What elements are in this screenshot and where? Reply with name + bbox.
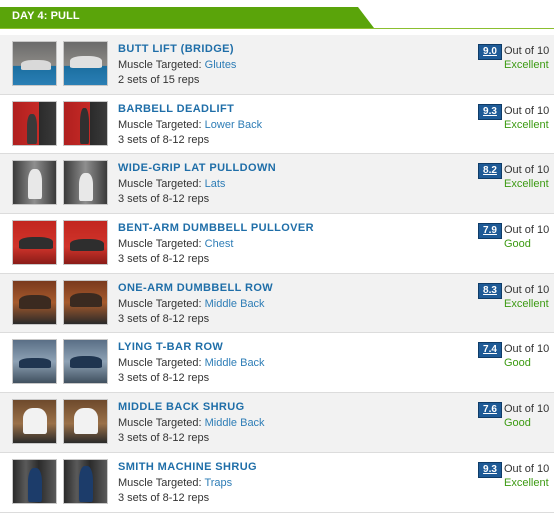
exercise-name-link[interactable]: MIDDLE BACK SHRUG [118,401,245,413]
muscle-link[interactable]: Chest [205,238,234,250]
muscle-targeted-label: Muscle Targeted: [118,417,202,430]
muscle-link[interactable]: Lower Back [205,119,262,131]
exercise-row: MIDDLE BACK SHRUG Muscle Targeted: Middl… [0,393,554,453]
exercise-image-start[interactable] [12,458,57,504]
muscle-targeted-label: Muscle Targeted: [118,59,202,71]
sets-reps: 3 sets of 8-12 reps [118,193,210,206]
rating-score-badge[interactable]: 8.2 [478,163,502,180]
rating-score-badge[interactable]: 8.3 [478,282,502,299]
rating-out-of: Out of 10 [504,164,550,177]
sets-reps: 3 sets of 8-12 reps [118,253,210,266]
exercise-name-link[interactable]: BENT-ARM DUMBBELL PULLOVER [118,222,314,234]
rating-verdict: Good [504,238,531,251]
exercise-name-link[interactable]: ONE-ARM DUMBBELL ROW [118,282,273,294]
sets-reps: 3 sets of 8-12 reps [118,491,210,504]
exercise-image-end[interactable] [63,100,108,146]
muscle-targeted-label: Muscle Targeted: [118,476,202,489]
muscle-link[interactable]: Lats [205,178,226,190]
rating-out-of: Out of 10 [504,224,550,237]
rating-score-badge[interactable]: 9.3 [478,461,502,478]
muscle-link[interactable]: Middle Back [205,357,265,369]
rating-out-of: Out of 10 [504,283,550,296]
sets-reps: 3 sets of 8-12 reps [118,372,210,385]
exercise-row: BUTT LIFT (BRIDGE) Muscle Targeted: Glut… [0,35,554,95]
rating-verdict: Good [504,417,531,430]
exercise-image-end[interactable] [63,339,108,385]
muscle-targeted: Muscle Targeted: Lower Back [118,119,262,131]
day-header: DAY 4: PULL [0,7,374,28]
exercise-image-end[interactable] [63,399,108,445]
exercise-image-start[interactable] [12,220,57,266]
exercise-row: BARBELL DEADLIFT Muscle Targeted: Lower … [0,94,554,155]
muscle-targeted-label: Muscle Targeted: [118,357,202,370]
muscle-link[interactable]: Traps [204,477,232,489]
sets-reps: 3 sets of 8-12 reps [118,133,210,146]
muscle-link[interactable]: Middle Back [205,417,265,429]
muscle-targeted: Muscle Targeted: Traps [118,477,232,489]
muscle-targeted: Muscle Targeted: Lats [118,178,225,190]
rating-out-of: Out of 10 [504,462,550,475]
muscle-targeted: Muscle Targeted: Middle Back [118,417,265,429]
muscle-targeted: Muscle Targeted: Middle Back [118,357,265,369]
rating-score-badge[interactable]: 9.3 [478,103,502,120]
muscle-targeted-label: Muscle Targeted: [118,178,202,191]
exercise-row: SMITH MACHINE SHRUG Muscle Targeted: Tra… [0,452,554,513]
muscle-targeted-label: Muscle Targeted: [118,297,202,310]
exercise-row: LYING T-BAR ROW Muscle Targeted: Middle … [0,333,554,394]
exercise-image-start[interactable] [12,339,57,385]
rating-out-of: Out of 10 [504,104,550,117]
muscle-targeted-label: Muscle Targeted: [118,238,202,251]
rating-verdict: Excellent [504,59,549,71]
rating-score-badge[interactable]: 9.0 [478,44,502,60]
muscle-targeted: Muscle Targeted: Middle Back [118,298,265,310]
exercise-image-end[interactable] [63,458,108,504]
rating-verdict: Excellent [504,297,549,310]
exercise-row: BENT-ARM DUMBBELL PULLOVER Muscle Target… [0,214,554,274]
exercise-image-end[interactable] [63,279,108,325]
exercise-image-start[interactable] [12,160,57,206]
muscle-targeted: Muscle Targeted: Glutes [118,59,236,71]
exercise-image-start[interactable] [12,41,57,86]
exercise-name-link[interactable]: BUTT LIFT (BRIDGE) [118,43,234,55]
exercise-image-start[interactable] [12,100,57,146]
exercise-image-start[interactable] [12,279,57,325]
exercise-image-start[interactable] [12,399,57,445]
rating-score-badge[interactable]: 7.4 [478,342,502,359]
rating-score-badge[interactable]: 7.9 [478,223,502,240]
muscle-link[interactable]: Glutes [205,59,237,71]
exercise-list: BUTT LIFT (BRIDGE) Muscle Targeted: Glut… [0,35,554,513]
exercise-name-link[interactable]: WIDE-GRIP LAT PULLDOWN [118,162,276,174]
rating-score-badge[interactable]: 7.6 [478,402,502,419]
rating-out-of: Out of 10 [504,403,550,416]
muscle-link[interactable]: Middle Back [205,298,265,310]
exercise-row: WIDE-GRIP LAT PULLDOWN Muscle Targeted: … [0,154,554,215]
rating-verdict: Excellent [504,118,549,131]
sets-reps: 2 sets of 15 reps [118,74,200,86]
muscle-targeted: Muscle Targeted: Chest [118,238,233,250]
rating-verdict: Excellent [504,178,549,191]
rating-out-of: Out of 10 [504,343,550,356]
exercise-name-link[interactable]: LYING T-BAR ROW [118,341,223,353]
header-divider [0,28,554,29]
sets-reps: 3 sets of 8-12 reps [118,312,210,325]
exercise-name-link[interactable]: SMITH MACHINE SHRUG [118,461,257,473]
exercise-image-end[interactable] [63,220,108,266]
day-title: DAY 4: PULL [12,10,80,22]
exercise-row: ONE-ARM DUMBBELL ROW Muscle Targeted: Mi… [0,273,554,334]
rating-out-of: Out of 10 [504,45,550,57]
rating-verdict: Good [504,357,531,370]
exercise-image-end[interactable] [63,41,108,86]
sets-reps: 3 sets of 8-12 reps [118,432,210,445]
muscle-targeted-label: Muscle Targeted: [118,118,202,131]
exercise-name-link[interactable]: BARBELL DEADLIFT [118,103,234,115]
rating-verdict: Excellent [504,476,549,489]
exercise-image-end[interactable] [63,160,108,206]
